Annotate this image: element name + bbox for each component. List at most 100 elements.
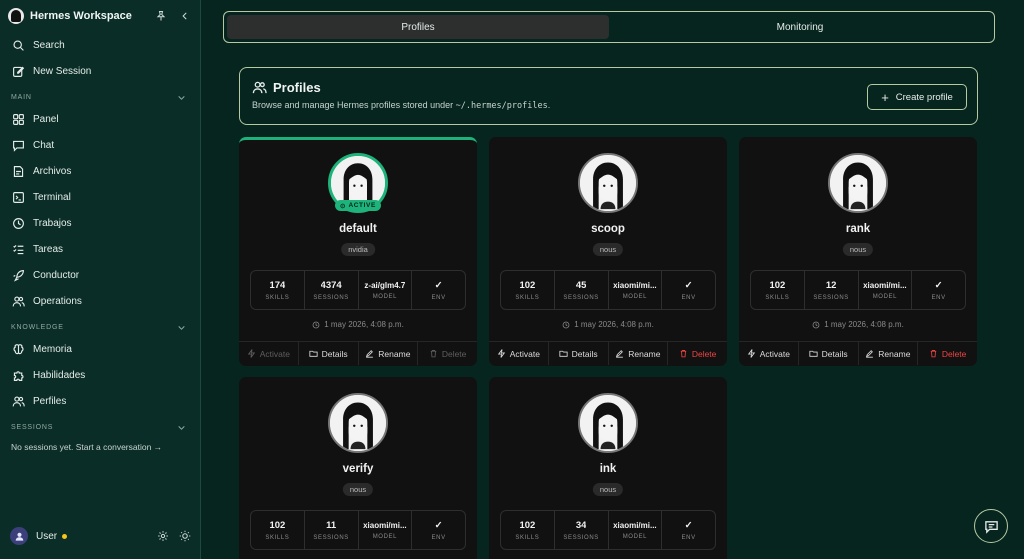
stat-env-label: ENV — [681, 294, 696, 301]
nav-tareas[interactable]: Tareas — [0, 236, 200, 262]
stat-sessions: 4374 SESSIONS — [305, 271, 359, 309]
nav-chat[interactable]: Chat — [0, 132, 200, 158]
app-title: Hermes Workspace — [30, 10, 132, 22]
create-profile-button[interactable]: + Create profile — [867, 84, 967, 110]
provider-tag: nous — [842, 243, 874, 256]
profile-actions: Activate Details Rename Delete — [489, 341, 727, 365]
delete-button[interactable]: Delete — [668, 342, 727, 365]
app-logo — [8, 8, 24, 24]
profile-name: verify — [342, 463, 374, 475]
sun-icon[interactable] — [179, 530, 191, 542]
nav-label: Conductor — [33, 269, 80, 281]
subtitle-suffix: . — [547, 100, 551, 110]
nav-terminal[interactable]: Terminal — [0, 184, 200, 210]
stat-skills-label: SKILLS — [515, 294, 540, 301]
profiles-header-card: Profiles Browse and manage Hermes profil… — [239, 67, 978, 125]
profile-card[interactable]: ⊙ ACTIVE default nvidia 174 SKILLS 4374 SESSIO… — [239, 137, 477, 366]
nav-panel[interactable]: Panel — [0, 106, 200, 132]
details-button[interactable]: Details — [299, 342, 359, 365]
rename-button[interactable]: Rename — [859, 342, 919, 365]
nav-label: Archivos — [33, 165, 72, 177]
delete-label: Delete — [441, 348, 467, 359]
pin-icon[interactable] — [154, 9, 168, 23]
nav-new-session[interactable]: New Session — [0, 58, 200, 84]
stat-sessions: 34 SESSIONS — [555, 511, 609, 549]
section-main[interactable]: MAIN — [0, 88, 200, 106]
sessions-empty-message[interactable]: No sessions yet. Start a conversation → — [0, 436, 200, 458]
delete-button[interactable]: Delete — [418, 342, 477, 365]
profile-date-text: 1 may 2026, 4:08 p.m. — [324, 320, 404, 329]
nav-label: Tareas — [33, 243, 64, 255]
nav-archivos[interactable]: Archivos — [0, 158, 200, 184]
activate-button[interactable]: Activate — [739, 342, 799, 365]
profile-avatar — [328, 393, 388, 453]
profile-card[interactable]: verify nous 102 SKILLS 11 SESSIONS xiaomi/mi..… — [239, 377, 477, 559]
chat-fab-button[interactable] — [974, 509, 1008, 543]
stat-skills-value: 102 — [269, 519, 286, 531]
collapse-sidebar-icon[interactable] — [178, 9, 192, 23]
trash-icon — [680, 349, 687, 358]
chevron-down-icon — [178, 425, 185, 430]
user-name[interactable]: User — [36, 531, 57, 542]
activate-label: Activate — [509, 348, 540, 359]
profile-name: default — [339, 223, 377, 235]
nav-label: Trabajos — [33, 217, 72, 229]
stat-model-label: MODEL — [872, 293, 898, 300]
activate-button[interactable]: Activate — [239, 342, 299, 365]
view-tabs: Profiles Monitoring — [223, 11, 995, 43]
tab-profiles[interactable]: Profiles — [227, 15, 609, 39]
nav-conductor[interactable]: Conductor — [0, 262, 200, 288]
profile-card[interactable]: scoop nous 102 SKILLS 45 SESSIONS xiaomi/mi...… — [489, 137, 727, 366]
edit-icon — [13, 66, 25, 77]
nav-search[interactable]: Search — [0, 32, 200, 58]
nav-habilidades[interactable]: Habilidades — [0, 362, 200, 388]
rename-button[interactable]: Rename — [609, 342, 669, 365]
stat-model-value: xiaomi/mi... — [363, 520, 407, 530]
stat-sessions-value: 11 — [326, 519, 337, 531]
sidebar-footer: User — [0, 513, 201, 559]
stat-model-value: xiaomi/mi... — [613, 520, 657, 530]
profile-date: 1 may 2026, 4:08 p.m. — [739, 320, 977, 329]
profile-card[interactable]: ink nous 102 SKILLS 34 SESSIONS xiaomi/mi... MO… — [489, 377, 727, 559]
profile-date-text: 1 may 2026, 4:08 p.m. — [824, 320, 904, 329]
tab-monitoring[interactable]: Monitoring — [609, 15, 991, 39]
nav-trabajos[interactable]: Trabajos — [0, 210, 200, 236]
page-title: Profiles — [252, 80, 965, 95]
nav-operations[interactable]: Operations — [0, 288, 200, 314]
stat-env: ✓ ENV — [662, 511, 715, 549]
profile-card[interactable]: rank nous 102 SKILLS 12 SESSIONS xiaomi/mi... M… — [739, 137, 977, 366]
stat-sessions-label: SESSIONS — [813, 294, 849, 301]
nav-perfiles[interactable]: Perfiles — [0, 388, 200, 414]
profile-date-text: 1 may 2026, 4:08 p.m. — [574, 320, 654, 329]
stat-model-value: xiaomi/mi... — [863, 280, 907, 290]
section-sessions[interactable]: SESSIONS — [0, 418, 200, 436]
details-button[interactable]: Details — [549, 342, 609, 365]
nav-label: Chat — [33, 139, 55, 151]
stat-skills: 102 SKILLS — [251, 511, 305, 549]
stat-env-value: ✓ — [684, 519, 693, 531]
nav-label: Operations — [33, 295, 82, 307]
stat-env-value: ✓ — [434, 279, 443, 291]
rocket-icon — [13, 269, 24, 282]
activate-label: Activate — [759, 348, 790, 359]
details-button[interactable]: Details — [799, 342, 859, 365]
nav-memoria[interactable]: Memoria — [0, 336, 200, 362]
rename-button[interactable]: Rename — [359, 342, 419, 365]
puzzle-icon — [13, 370, 24, 381]
chevron-down-icon — [178, 325, 185, 330]
folder-icon — [309, 350, 318, 357]
stat-sessions-label: SESSIONS — [563, 534, 599, 541]
provider-tag: nous — [342, 483, 374, 496]
profile-date: 1 may 2026, 4:08 p.m. — [239, 320, 477, 329]
activate-button[interactable]: Activate — [489, 342, 549, 365]
bolt-icon — [247, 349, 255, 358]
avatar[interactable] — [10, 527, 28, 545]
gear-icon[interactable] — [157, 530, 169, 542]
stat-env-label: ENV — [681, 534, 696, 541]
stat-env-value: ✓ — [934, 279, 943, 291]
active-badge: ⊙ ACTIVE — [335, 200, 381, 211]
delete-button[interactable]: Delete — [918, 342, 977, 365]
section-knowledge[interactable]: KNOWLEDGE — [0, 318, 200, 336]
users-icon — [12, 295, 25, 306]
profile-avatar — [578, 393, 638, 453]
